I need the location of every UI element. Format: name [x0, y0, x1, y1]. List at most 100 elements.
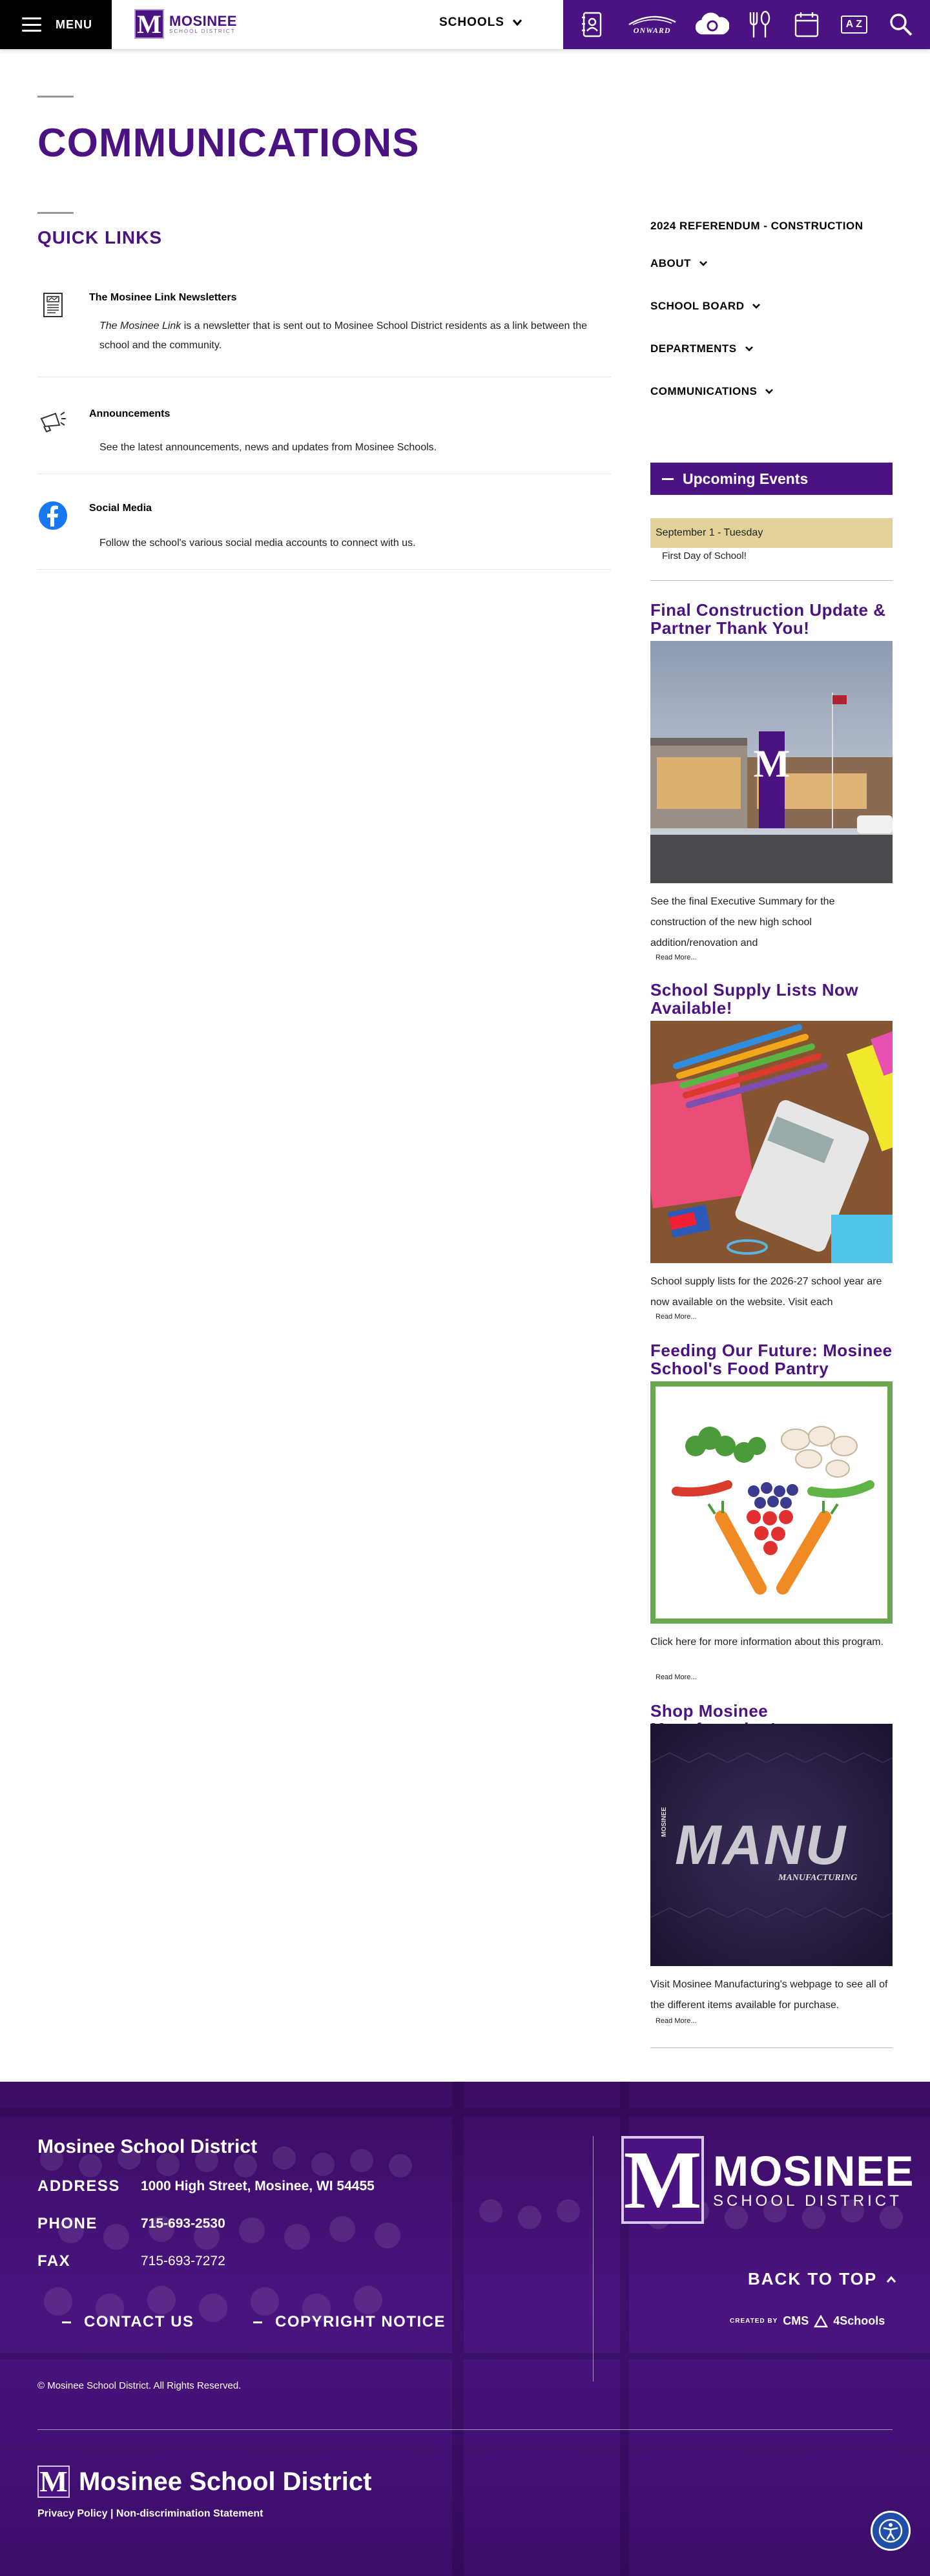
back-to-top-label: BACK TO TOP: [748, 2269, 878, 2288]
nav-item-about[interactable]: ABOUT: [650, 257, 708, 270]
page-title: COMMUNICATIONS: [37, 121, 420, 165]
news-title[interactable]: School Supply Lists Now Available!: [650, 981, 893, 1017]
onward-label: ONWARD: [633, 25, 671, 35]
contact-us-link[interactable]: CONTACT US: [62, 2313, 194, 2331]
cms-brand: CMS: [783, 2314, 809, 2327]
quick-link-desc: The Mosinee Link is a newsletter that is…: [99, 317, 610, 355]
footer-logo[interactable]: M MOSINEE SCHOOL DISTRICT: [621, 2136, 914, 2224]
read-more-link[interactable]: Read More...: [656, 1313, 697, 1321]
dining-icon[interactable]: [740, 5, 779, 44]
collapse-icon: [662, 477, 674, 480]
logo-subtext: SCHOOL DISTRICT: [169, 28, 236, 34]
nav-label: COMMUNICATIONS: [650, 385, 758, 397]
footer-divider: [593, 2136, 594, 2382]
divider: [650, 2047, 893, 2048]
non-discrimination-link[interactable]: Non-discrimination Statement: [116, 2508, 264, 2519]
chevron-down-icon: [765, 389, 774, 394]
cloud-icon[interactable]: [693, 5, 732, 44]
read-more-link[interactable]: Read More...: [656, 2017, 697, 2025]
directory-icon[interactable]: [573, 5, 612, 44]
quick-links-list: The Mosinee Link Newsletters The Mosinee…: [37, 282, 611, 570]
back-to-top-button[interactable]: BACK TO TOP: [748, 2269, 896, 2289]
news-image-food-pantry[interactable]: [650, 1381, 893, 1624]
site-logo[interactable]: M MOSINEE SCHOOL DISTRICT: [134, 9, 237, 39]
footer-address-row: ADDRESS 1000 High Street, Mosinee, WI 54…: [37, 2177, 375, 2195]
quick-link-announcements[interactable]: Announcements See the latest announcemen…: [37, 377, 611, 474]
nav-item-school-board[interactable]: SCHOOL BOARD: [650, 300, 761, 313]
site-header: MENU M MOSINEE SCHOOL DISTRICT SCHOOLS O…: [0, 0, 930, 49]
onward-logo-icon[interactable]: ONWARD: [620, 5, 685, 44]
news-desc: Click here for more information about th…: [650, 1637, 884, 1648]
logo-text: MOSINEE: [169, 12, 237, 29]
nav-item-communications[interactable]: COMMUNICATIONS: [650, 385, 774, 398]
manu-sub-text: MANUFACTURING: [778, 1873, 858, 1883]
fax-label: FAX: [37, 2252, 71, 2270]
copyright-notice-label: COPYRIGHT NOTICE: [275, 2313, 446, 2330]
title-rule: [37, 96, 74, 98]
phone-value[interactable]: 715-693-2530: [141, 2216, 225, 2232]
facebook-icon: [37, 500, 68, 531]
quick-link-desc: Follow the school's various social media…: [99, 538, 416, 549]
a-to-z-icon[interactable]: A Z: [834, 5, 873, 44]
nav-label: DEPARTMENTS: [650, 342, 737, 355]
upcoming-events-title: Upcoming Events: [683, 470, 809, 487]
news-image-manufacturing[interactable]: MANU MOSINEE MANUFACTURING: [650, 1724, 893, 1966]
dash-icon: [62, 2321, 71, 2323]
footer-logo-sub: SCHOOL DISTRICT: [713, 2192, 902, 2210]
created-by-credit[interactable]: CREATED BY CMS 4Schools: [730, 2314, 885, 2328]
menu-label: MENU: [56, 17, 92, 31]
nav-label: ABOUT: [650, 257, 691, 269]
quick-link-desc: See the latest announcements, news and u…: [99, 442, 437, 453]
nav-item-referendum[interactable]: 2024 REFERENDUM - CONSTRUCTION: [650, 220, 863, 233]
cms4schools-icon: [814, 2314, 829, 2327]
news-image-construction[interactable]: M: [650, 641, 893, 883]
address-value: 1000 High Street, Mosinee, WI 54455: [141, 2179, 375, 2194]
upcoming-events-toggle[interactable]: Upcoming Events: [650, 463, 893, 495]
event-title[interactable]: First Day of School!: [662, 550, 747, 561]
chevron-down-icon: [752, 304, 761, 309]
fax-value: 715-693-7272: [141, 2254, 225, 2268]
accessibility-icon: [878, 2518, 903, 2543]
footer-logo-letter: M: [621, 2136, 704, 2224]
quick-links-rule: [37, 212, 74, 214]
manu-text: MANU: [675, 1814, 847, 1876]
privacy-policy-link[interactable]: Privacy Policy: [37, 2508, 108, 2519]
address-label: ADDRESS: [37, 2177, 120, 2195]
schools-dropdown[interactable]: SCHOOLS: [439, 16, 522, 30]
menu-button[interactable]: MENU: [0, 0, 112, 49]
megaphone-icon: [37, 406, 68, 437]
chevron-up-icon: [887, 2276, 896, 2283]
dash-icon: [253, 2321, 262, 2323]
calendar-icon[interactable]: [787, 5, 826, 44]
footer-logo-name: MOSINEE: [713, 2147, 914, 2195]
footer-rule: [37, 2429, 893, 2430]
quick-link-title[interactable]: Announcements: [89, 408, 170, 420]
nav-item-departments[interactable]: DEPARTMENTS: [650, 342, 754, 355]
read-more-link[interactable]: Read More...: [656, 954, 697, 961]
quick-link-social-media[interactable]: Social Media Follow the school's various…: [37, 474, 611, 570]
news-desc: Visit Mosinee Manufacturing's webpage to…: [650, 1979, 888, 2011]
accessibility-button[interactable]: [871, 2511, 911, 2551]
footer-fax-row: FAX 715-693-7272: [37, 2252, 225, 2270]
quick-link-newsletters[interactable]: The Mosinee Link Newsletters The Mosinee…: [37, 282, 611, 377]
news-title[interactable]: Final Construction Update & Partner Than…: [650, 601, 893, 637]
chevron-down-icon: [699, 261, 707, 266]
svg-text:M: M: [754, 742, 790, 785]
news-title[interactable]: Feeding Our Future: Mosinee School's Foo…: [650, 1341, 893, 1377]
chevron-down-icon: [512, 19, 522, 26]
quick-link-title[interactable]: The Mosinee Link Newsletters: [89, 292, 237, 304]
divider: [650, 580, 893, 581]
footer-bottom-logo[interactable]: M Mosinee School District: [37, 2466, 371, 2498]
quick-link-title[interactable]: Social Media: [89, 503, 152, 514]
news-image-supplies[interactable]: [650, 1021, 893, 1263]
search-icon[interactable]: [882, 5, 920, 44]
phone-label: PHONE: [37, 2215, 98, 2232]
copyright-notice-link[interactable]: COPYRIGHT NOTICE: [253, 2313, 446, 2331]
schools-label: SCHOOLS: [439, 16, 504, 29]
manu-side-text: MOSINEE: [661, 1806, 668, 1837]
chevron-down-icon: [745, 346, 753, 351]
footer-legal-links: Privacy Policy | Non-discrimination Stat…: [37, 2508, 263, 2520]
newsletter-icon: [37, 289, 68, 320]
read-more-link[interactable]: Read More...: [656, 1673, 697, 1681]
footer-phone-row: PHONE 715-693-2530: [37, 2215, 225, 2233]
